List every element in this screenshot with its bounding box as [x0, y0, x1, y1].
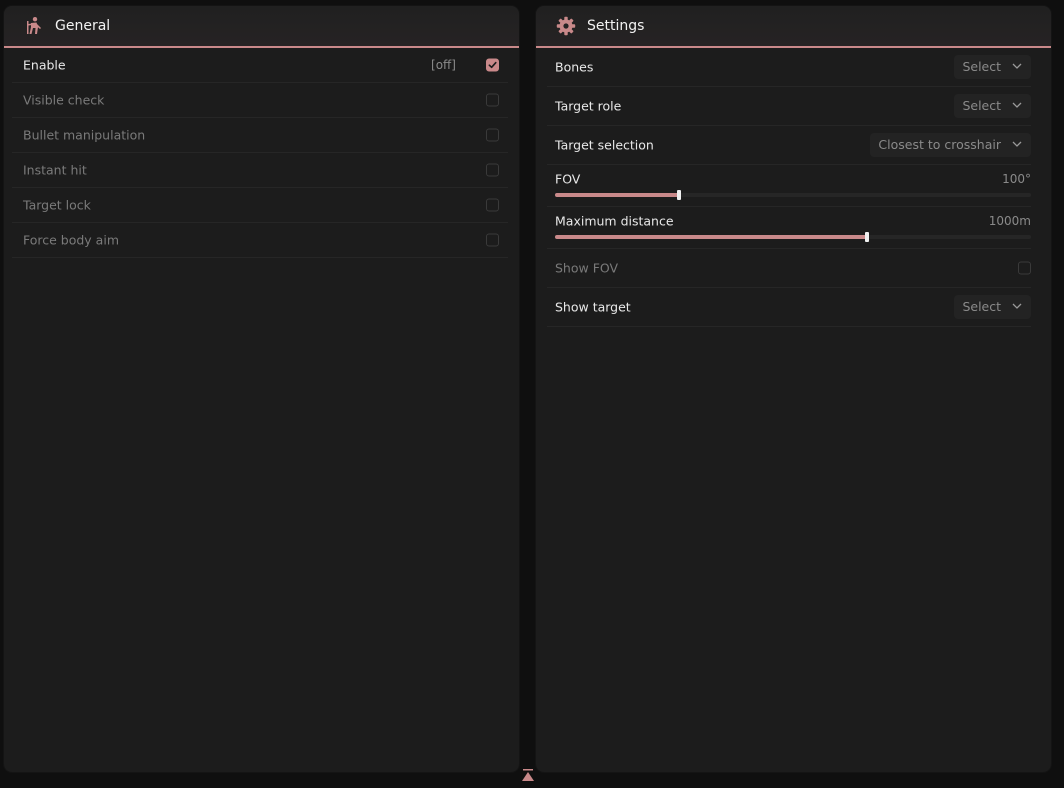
fov-row: FOV 100°	[547, 165, 1031, 207]
target-lock-checkbox[interactable]	[486, 198, 499, 212]
fov-value: 100°	[1002, 172, 1031, 186]
bones-select[interactable]: Select	[954, 55, 1031, 79]
target-role-select-value: Select	[962, 98, 1001, 113]
show-fov-row[interactable]: Show FOV	[547, 249, 1031, 288]
max-distance-row: Maximum distance 1000m	[547, 207, 1031, 249]
fov-label: FOV	[555, 171, 581, 187]
target-lock-label: Target lock	[23, 197, 91, 213]
instant-hit-row[interactable]: Instant hit	[12, 153, 508, 188]
instant-hit-label: Instant hit	[23, 162, 87, 178]
collapse-arrow-icon[interactable]	[521, 768, 535, 782]
enable-checkbox[interactable]	[486, 58, 499, 72]
target-selection-select-value: Closest to crosshair	[878, 137, 1001, 152]
max-distance-slider-fill	[555, 235, 867, 239]
chevron-down-icon	[1012, 102, 1022, 108]
settings-panel: Settings Bones Select Target role Select…	[536, 6, 1051, 772]
target-role-label: Target role	[555, 98, 622, 114]
bones-select-value: Select	[962, 59, 1001, 74]
max-distance-label: Maximum distance	[555, 213, 674, 229]
bones-row: Bones Select	[547, 48, 1031, 87]
enable-keybind[interactable]: [off]	[431, 58, 456, 72]
target-lock-row[interactable]: Target lock	[12, 188, 508, 223]
chevron-down-icon	[1012, 303, 1022, 309]
bullet-manipulation-row[interactable]: Bullet manipulation	[12, 118, 508, 153]
bones-label: Bones	[555, 59, 594, 75]
visible-check-row[interactable]: Visible check	[12, 83, 508, 118]
fov-slider-handle[interactable]	[676, 190, 681, 200]
visible-check-checkbox[interactable]	[486, 93, 499, 107]
show-fov-checkbox[interactable]	[1018, 261, 1031, 275]
fov-slider-fill	[555, 193, 679, 197]
settings-title: Settings	[587, 18, 645, 34]
figure-icon	[23, 15, 45, 37]
force-body-aim-label: Force body aim	[23, 232, 119, 248]
show-target-select[interactable]: Select	[954, 295, 1031, 319]
gear-icon	[555, 15, 577, 37]
bullet-manipulation-label: Bullet manipulation	[23, 127, 146, 143]
general-panel: General Enable [off] Visible check Bulle…	[4, 6, 519, 772]
enable-label: Enable	[23, 57, 66, 73]
show-fov-label: Show FOV	[555, 260, 619, 276]
instant-hit-checkbox[interactable]	[486, 163, 499, 177]
general-header: General	[4, 6, 519, 48]
enable-row[interactable]: Enable [off]	[12, 48, 508, 83]
target-selection-label: Target selection	[555, 137, 654, 153]
force-body-aim-row[interactable]: Force body aim	[12, 223, 508, 258]
settings-header: Settings	[536, 6, 1051, 48]
chevron-down-icon	[1012, 141, 1022, 147]
visible-check-label: Visible check	[23, 92, 105, 108]
bullet-manipulation-checkbox[interactable]	[486, 128, 499, 142]
max-distance-slider-handle[interactable]	[864, 232, 869, 242]
max-distance-slider[interactable]	[555, 232, 1031, 242]
chevron-down-icon	[1012, 63, 1022, 69]
target-role-row: Target role Select	[547, 87, 1031, 126]
target-role-select[interactable]: Select	[954, 94, 1031, 118]
show-target-label: Show target	[555, 299, 631, 315]
target-selection-select[interactable]: Closest to crosshair	[870, 133, 1031, 157]
check-icon	[488, 61, 497, 69]
max-distance-value: 1000m	[988, 214, 1031, 228]
show-target-select-value: Select	[962, 299, 1001, 314]
target-selection-row: Target selection Closest to crosshair	[547, 126, 1031, 165]
fov-slider[interactable]	[555, 190, 1031, 200]
force-body-aim-checkbox[interactable]	[486, 233, 499, 247]
general-title: General	[55, 18, 111, 34]
show-target-row: Show target Select	[547, 288, 1031, 327]
